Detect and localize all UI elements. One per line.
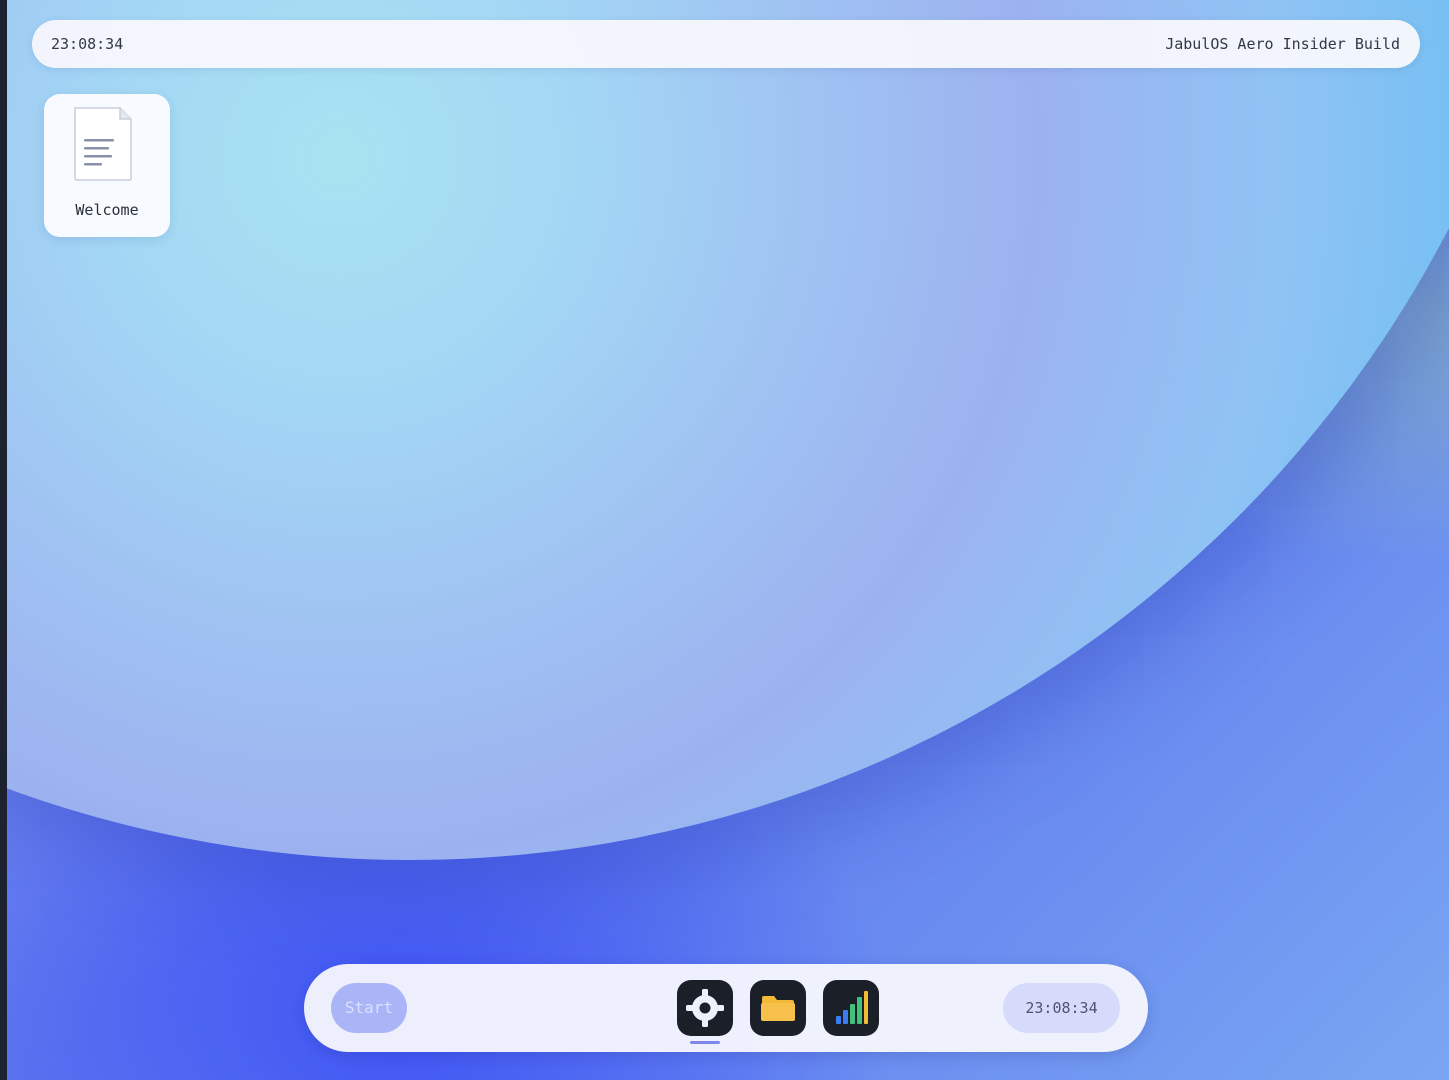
screen-edge [0, 0, 7, 1080]
desktop[interactable] [0, 0, 1449, 1080]
taskbar-app-settings[interactable] [677, 980, 733, 1036]
desktop-icon-welcome[interactable]: Welcome [44, 94, 170, 237]
top-bar: 23:08:34 JabulOS Aero Insider Build [32, 20, 1420, 68]
taskbar: Start 23:08:34 [304, 964, 1148, 1052]
wallpaper-wave [0, 0, 1449, 860]
start-button[interactable]: Start [331, 983, 407, 1033]
build-label: JabulOS Aero Insider Build [1165, 35, 1400, 53]
taskbar-clock[interactable]: 23:08:34 [1003, 983, 1120, 1033]
desktop-icon-label: Welcome [75, 201, 139, 219]
taskbar-app-files[interactable] [750, 980, 806, 1036]
taskbar-app-monitor[interactable] [823, 980, 879, 1036]
active-app-indicator [690, 1041, 720, 1044]
top-bar-clock: 23:08:34 [51, 35, 124, 53]
document-icon [72, 106, 134, 186]
